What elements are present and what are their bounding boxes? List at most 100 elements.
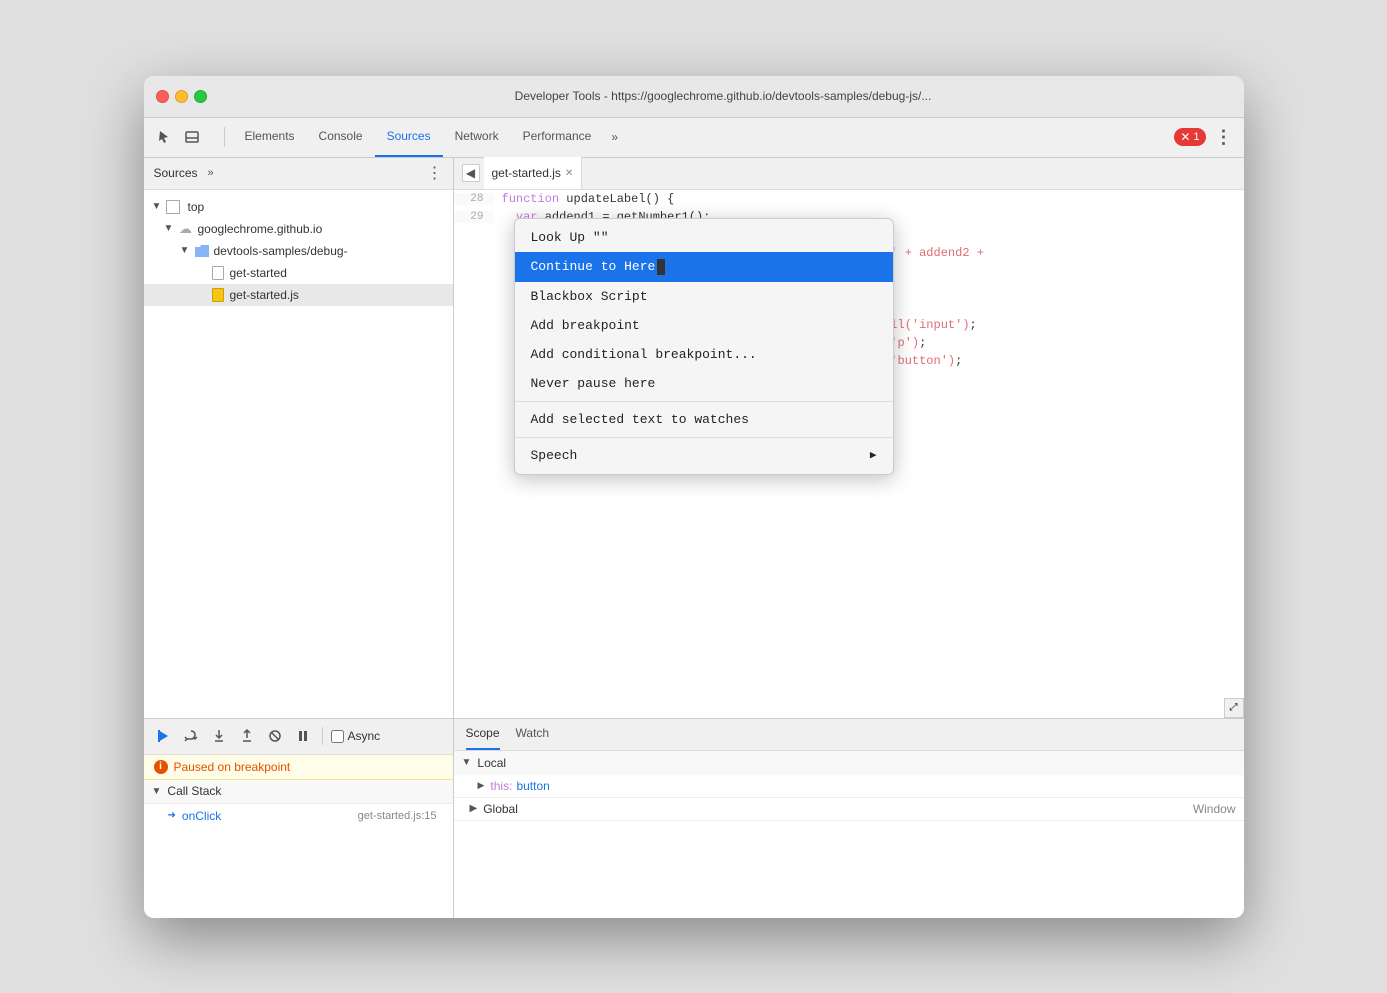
- tab-divider: [224, 127, 225, 147]
- paused-banner: i Paused on breakpoint: [144, 755, 453, 780]
- menu-separator: [515, 401, 893, 402]
- code-tab-nav-back[interactable]: ◀: [462, 164, 480, 182]
- info-icon: i: [154, 760, 168, 774]
- code-tab-get-started-js[interactable]: get-started.js ✕: [484, 157, 583, 189]
- scope-global-header[interactable]: ▶ Global: [462, 797, 1193, 821]
- title-bar: Developer Tools - https://googlechrome.g…: [144, 76, 1244, 118]
- call-item-arrow: ➜: [168, 810, 176, 821]
- error-count: 1: [1193, 131, 1199, 143]
- traffic-lights: [156, 90, 207, 103]
- async-label: Async: [348, 729, 381, 743]
- left-panel: Sources » ⋮ ▼ top ▼ ☁ googlechrome.githu…: [144, 158, 454, 718]
- call-stack-header[interactable]: ▼ Call Stack: [144, 780, 453, 804]
- bottom-right-panel: Scope Watch ▼ Local ▶ this: bu: [454, 719, 1244, 918]
- tab-network[interactable]: Network: [443, 117, 511, 157]
- debug-divider: [322, 727, 323, 745]
- code-after-menu: ' + ' + addend2 + torAll('input');: [854, 226, 1244, 370]
- global-arrow: ▶: [470, 803, 478, 814]
- menu-item-lookup[interactable]: Look Up "": [515, 223, 893, 252]
- window-label: Window: [1193, 802, 1236, 816]
- more-menu-icon[interactable]: ⋮: [1212, 125, 1236, 149]
- tree-item-get-started-js[interactable]: ▶ get-started.js: [144, 284, 453, 306]
- tree-item-devtools[interactable]: ▼ devtools-samples/debug-: [144, 240, 453, 262]
- code-tab-close[interactable]: ✕: [565, 168, 573, 179]
- scope-tabs: Scope Watch: [454, 719, 1244, 751]
- scope-global-section: ▶ Global Window: [454, 798, 1244, 821]
- call-stack-section: ▼ Call Stack ➜ onClick get-started.js:15: [144, 780, 453, 918]
- paused-text: Paused on breakpoint: [174, 760, 291, 774]
- maximize-button[interactable]: [194, 90, 207, 103]
- global-label: Global: [483, 802, 518, 816]
- menu-item-speech[interactable]: Speech ▶: [515, 441, 893, 470]
- left-panel-more[interactable]: »: [208, 167, 214, 179]
- tree-item-top[interactable]: ▼ top: [144, 196, 453, 218]
- menu-separator-2: [515, 437, 893, 438]
- tab-more-button[interactable]: »: [603, 130, 626, 144]
- scope-local-section: ▼ Local ▶ this: button: [454, 751, 1244, 798]
- debug-step-over-btn[interactable]: [180, 725, 202, 747]
- error-badge[interactable]: ✕ 1: [1174, 128, 1205, 146]
- debug-pause-btn[interactable]: [292, 725, 314, 747]
- tab-performance[interactable]: Performance: [511, 117, 604, 157]
- close-button[interactable]: [156, 90, 169, 103]
- dock-icon[interactable]: [180, 125, 204, 149]
- debug-resume-btn[interactable]: [152, 725, 174, 747]
- left-panel-dots[interactable]: ⋮: [427, 163, 443, 183]
- bottom-panel: Async i Paused on breakpoint ▼ Call Stac…: [144, 718, 1244, 918]
- cursor-icon[interactable]: [152, 125, 176, 149]
- tab-sources[interactable]: Sources: [375, 117, 443, 157]
- tab-elements[interactable]: Elements: [233, 117, 307, 157]
- this-val: button: [516, 779, 549, 793]
- menu-item-conditional-breakpoint[interactable]: Add conditional breakpoint...: [515, 340, 893, 369]
- code-area[interactable]: 28 function updateLabel() { 29 var adden…: [454, 190, 1244, 718]
- this-prop: this:: [490, 779, 512, 793]
- code-tab-label: get-started.js: [492, 166, 561, 180]
- main-content: Sources » ⋮ ▼ top ▼ ☁ googlechrome.githu…: [144, 158, 1244, 718]
- async-checkbox[interactable]: Async: [331, 729, 381, 743]
- tab-console[interactable]: Console: [307, 117, 375, 157]
- tree-item-get-started[interactable]: ▶ get-started: [144, 262, 453, 284]
- minimize-button[interactable]: [175, 90, 188, 103]
- tab-bar-right: ✕ 1 ⋮: [1174, 125, 1235, 149]
- call-stack-item-onclick[interactable]: ➜ onClick get-started.js:15: [144, 804, 453, 828]
- this-expand[interactable]: ▶: [478, 780, 485, 791]
- bottom-left-panel: Async i Paused on breakpoint ▼ Call Stac…: [144, 719, 454, 918]
- debug-step-into-btn[interactable]: [208, 725, 230, 747]
- close-icon: ✕: [1180, 130, 1190, 144]
- tab-scope[interactable]: Scope: [466, 718, 500, 750]
- menu-item-continue[interactable]: Continue to Here: [515, 252, 893, 282]
- code-line-28: 28 function updateLabel() {: [454, 190, 1244, 208]
- cursor-indicator: [657, 259, 665, 275]
- scope-this-item: ▶ this: button: [454, 775, 1244, 797]
- expand-icon[interactable]: ⤢: [1224, 698, 1244, 718]
- right-panel: ◀ get-started.js ✕ 28 function updateLab…: [454, 158, 1244, 718]
- debug-deactivate-btn[interactable]: [264, 725, 286, 747]
- call-item-name-label: onClick: [182, 809, 221, 823]
- call-item-file: get-started.js:15: [358, 810, 437, 822]
- call-stack-label: Call Stack: [167, 784, 221, 798]
- menu-item-add-breakpoint[interactable]: Add breakpoint: [515, 311, 893, 340]
- menu-item-never-pause[interactable]: Never pause here: [515, 369, 893, 398]
- scope-local-header[interactable]: ▼ Local: [454, 751, 1244, 775]
- devtools-window: Developer Tools - https://googlechrome.g…: [144, 76, 1244, 918]
- local-label: Local: [477, 756, 506, 770]
- call-stack-arrow: ▼: [152, 786, 162, 797]
- menu-item-blackbox[interactable]: Blackbox Script: [515, 282, 893, 311]
- menu-item-add-watches[interactable]: Add selected text to watches: [515, 405, 893, 434]
- left-panel-title: Sources: [154, 166, 198, 180]
- async-checkbox-input[interactable]: [331, 730, 344, 743]
- tree-item-github[interactable]: ▼ ☁ googlechrome.github.io: [144, 218, 453, 240]
- window-title: Developer Tools - https://googlechrome.g…: [215, 89, 1232, 103]
- tab-bar: Elements Console Sources Network Perform…: [144, 118, 1244, 158]
- local-arrow: ▼: [462, 757, 472, 768]
- toolbar-icons: [152, 125, 204, 149]
- scope-global-row: ▶ Global Window: [454, 798, 1244, 820]
- submenu-arrow: ▶: [870, 448, 877, 462]
- tab-watch[interactable]: Watch: [516, 718, 550, 750]
- debug-step-out-btn[interactable]: [236, 725, 258, 747]
- scope-content: ▼ Local ▶ this: button ▶ Global: [454, 751, 1244, 918]
- left-panel-header: Sources » ⋮: [144, 158, 453, 190]
- code-tabs: ◀ get-started.js ✕: [454, 158, 1244, 190]
- context-menu: Look Up "" Continue to Here Blackbox Scr…: [514, 218, 894, 475]
- file-tree: ▼ top ▼ ☁ googlechrome.github.io ▼: [144, 190, 453, 718]
